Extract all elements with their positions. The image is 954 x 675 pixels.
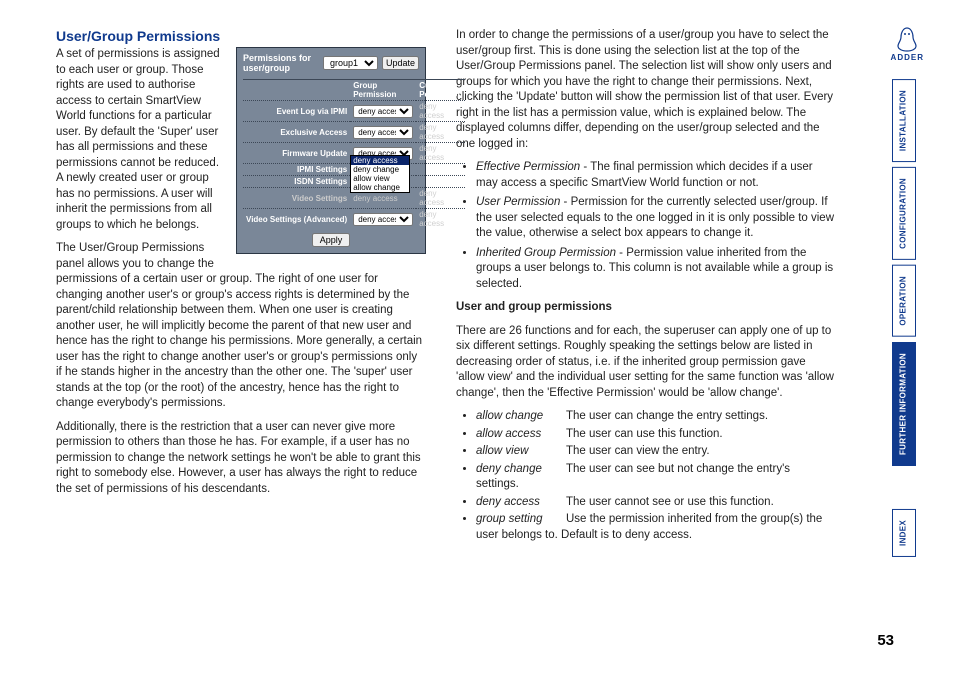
list-item: allow changeThe user can change the entr… bbox=[476, 409, 834, 425]
list-item: Inherited Group Permission - Permission … bbox=[476, 246, 834, 293]
permissions-panel: Permissions for user/group group1 Update… bbox=[236, 47, 426, 254]
right-column: In order to change the permissions of a … bbox=[456, 28, 834, 546]
subheading: User and group permissions bbox=[456, 300, 834, 316]
list-item: Effective Permission - The final permiss… bbox=[476, 160, 834, 191]
panel-header-label: Permissions for user/group bbox=[243, 53, 319, 73]
perm-dropdown-open[interactable]: deny access deny change allow view allow… bbox=[350, 155, 410, 193]
section-title: User/Group Permissions bbox=[56, 28, 426, 44]
left-column: User/Group Permissions Permissions for u… bbox=[56, 28, 426, 546]
perm-select[interactable]: deny access bbox=[353, 126, 413, 139]
permissions-table: Group Permission Current Permission Even… bbox=[243, 79, 465, 229]
permission-types-list: Effective Permission - The final permiss… bbox=[456, 160, 834, 292]
apply-button[interactable]: Apply bbox=[312, 233, 351, 247]
side-tabs: INSTALLATION CONFIGURATION OPERATION FUR… bbox=[892, 34, 916, 557]
table-row: Video Settings (Advanced) deny access de… bbox=[243, 209, 465, 230]
table-row: Firmware Update deny access deny access … bbox=[243, 143, 465, 164]
col-group-permission: Group Permission bbox=[350, 80, 416, 101]
tab-installation[interactable]: INSTALLATION bbox=[892, 79, 916, 162]
settings-list: allow changeThe user can change the entr… bbox=[456, 409, 834, 543]
tab-operation[interactable]: OPERATION bbox=[892, 265, 916, 337]
list-item: allow viewThe user can view the entry. bbox=[476, 444, 834, 460]
list-item: deny accessThe user cannot see or use th… bbox=[476, 495, 834, 511]
tab-index[interactable]: INDEX bbox=[892, 509, 916, 557]
perm-select[interactable]: deny access bbox=[353, 213, 413, 226]
table-row: Event Log via IPMI deny access deny acce… bbox=[243, 101, 465, 122]
list-item: group settingUse the permission inherite… bbox=[476, 512, 834, 543]
list-item: User Permission - Permission for the cur… bbox=[476, 195, 834, 242]
update-button[interactable]: Update bbox=[382, 56, 419, 70]
permissions-panel-figure: Permissions for user/group group1 Update… bbox=[236, 47, 426, 254]
user-group-select[interactable]: group1 bbox=[323, 56, 378, 70]
table-row: Exclusive Access deny access deny access bbox=[243, 122, 465, 143]
body-para: The User/Group Permissions panel allows … bbox=[56, 241, 426, 412]
body-para: In order to change the permissions of a … bbox=[456, 28, 834, 152]
list-item: deny changeThe user can see but not chan… bbox=[476, 462, 834, 493]
perm-select[interactable]: deny access bbox=[353, 105, 413, 118]
page-number: 53 bbox=[877, 632, 894, 649]
list-item: allow accessThe user can use this functi… bbox=[476, 427, 834, 443]
tab-configuration[interactable]: CONFIGURATION bbox=[892, 167, 916, 260]
col-current-permission: Current Permission bbox=[416, 80, 465, 101]
body-para: There are 26 functions and for each, the… bbox=[456, 324, 834, 402]
tab-further-information[interactable]: FURTHER INFORMATION bbox=[892, 342, 916, 466]
body-para: Additionally, there is the restriction t… bbox=[56, 420, 426, 498]
